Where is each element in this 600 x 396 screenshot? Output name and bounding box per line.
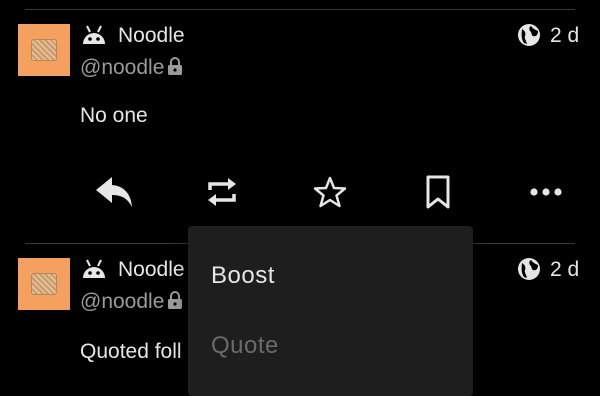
boost-menu: Boost Quote: [188, 226, 473, 396]
favourite-button[interactable]: [310, 172, 350, 212]
avatar[interactable]: [18, 258, 70, 310]
boost-icon: [208, 178, 236, 206]
post-content[interactable]: Quoted foll: [80, 340, 182, 364]
more-icon: [530, 188, 562, 196]
display-name[interactable]: Noodle: [118, 24, 185, 48]
globe-icon: [518, 24, 540, 46]
star-icon: [313, 176, 347, 208]
boost-button[interactable]: [202, 172, 242, 212]
display-name[interactable]: Noodle: [118, 258, 185, 282]
globe-icon: [518, 258, 540, 280]
account-handle: @noodle: [80, 56, 183, 80]
lock-icon: [168, 57, 183, 75]
reply-icon: [96, 177, 132, 207]
status-post[interactable]: Noodle @noodle 2 d No one: [0, 0, 600, 240]
menu-item-boost[interactable]: Boost: [211, 262, 275, 290]
reply-button[interactable]: [94, 172, 134, 212]
bookmark-icon: [426, 175, 450, 209]
bot-icon: [83, 25, 105, 44]
post-time: 2 d: [550, 24, 580, 47]
post-content[interactable]: No one: [80, 104, 148, 128]
handle-text: @noodle: [80, 56, 165, 79]
bookmark-button[interactable]: [418, 172, 458, 212]
handle-text: @noodle: [80, 290, 165, 313]
account-handle: @noodle: [80, 290, 183, 314]
avatar[interactable]: [18, 24, 70, 76]
post-time: 2 d: [550, 258, 580, 281]
avatar-image: [31, 273, 57, 295]
more-button[interactable]: [526, 172, 566, 212]
menu-item-quote: Quote: [211, 332, 279, 359]
lock-icon: [168, 291, 183, 309]
avatar-image: [31, 39, 57, 61]
bot-icon: [83, 259, 105, 278]
